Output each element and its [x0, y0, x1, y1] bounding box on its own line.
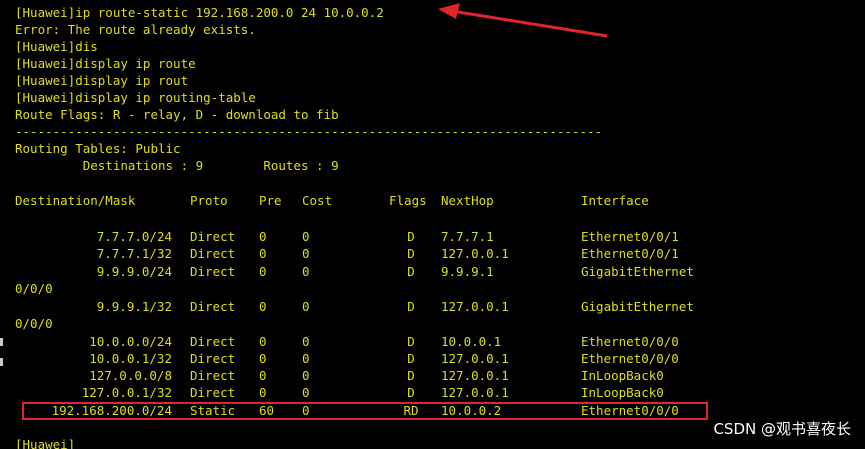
red-arrow-icon [438, 3, 608, 38]
terminal-window[interactable]: [Huawei]ip route-static 192.168.200.0 24… [0, 0, 865, 449]
left-edge-strip [0, 338, 6, 368]
csdn-watermark: CSDN @观书喜夜长 [713, 420, 851, 438]
